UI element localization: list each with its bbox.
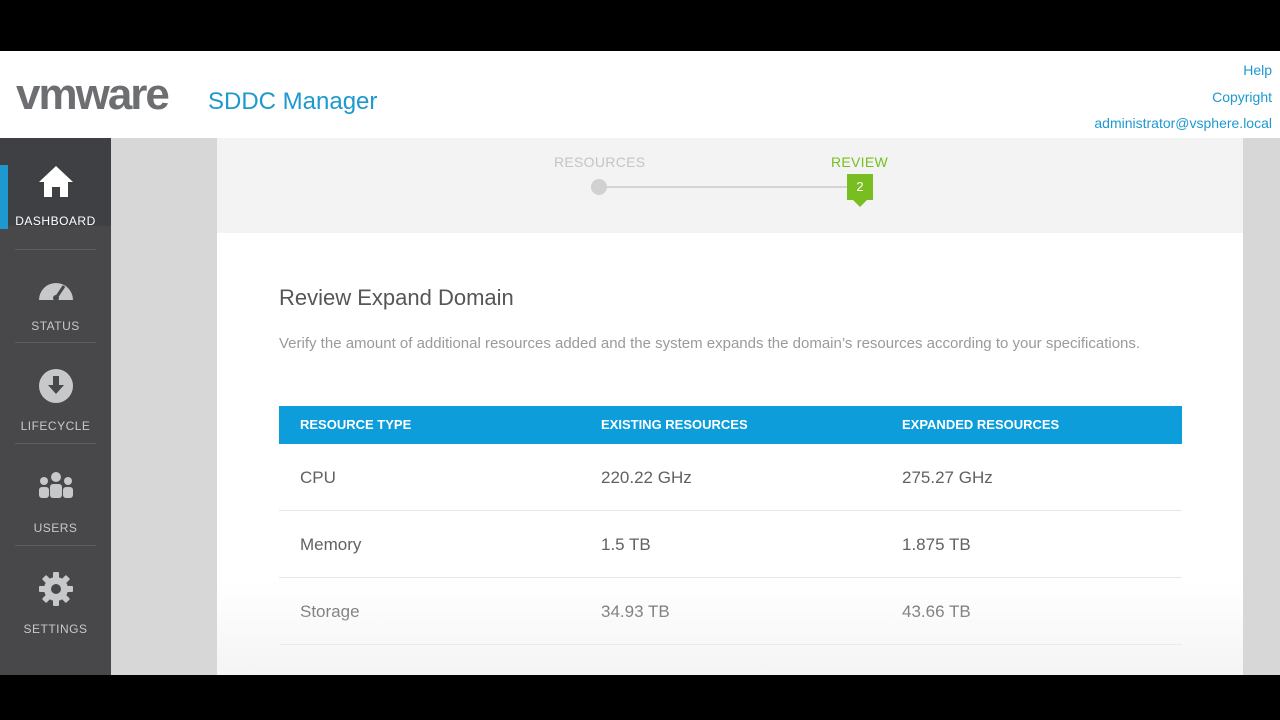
sidebar-item-label: USERS <box>33 521 78 535</box>
page-title: Review Expand Domain <box>279 285 514 310</box>
sidebar-item-dashboard[interactable]: DASHBOARD <box>0 138 111 229</box>
app-header: vmware SDDC Manager Help Copyright admin… <box>0 51 1280 139</box>
sidebar-item-label: SETTINGS <box>23 622 88 636</box>
sidebar-item-users[interactable]: USERS <box>0 445 111 535</box>
table-header: RESOURCE TYPE EXISTING RESOURCES EXPANDE… <box>279 406 1182 444</box>
review-panel: Review Expand Domain Verify the amount o… <box>217 233 1243 675</box>
nav-divider <box>15 443 96 444</box>
home-icon <box>39 166 73 197</box>
sidebar-item-lifecycle[interactable]: LIFECYCLE <box>0 343 111 433</box>
sidebar-nav: DASHBOARD STATUS LIFECYCLE USERS SETTING… <box>0 138 111 675</box>
user-account-link[interactable]: administrator@vsphere.local <box>1094 110 1280 137</box>
cell-resource-type: Memory <box>300 535 362 554</box>
sidebar-item-label: STATUS <box>31 319 80 333</box>
cell-expanded: 43.66 TB <box>902 602 971 621</box>
header-links: Help Copyright administrator@vsphere.loc… <box>1094 57 1280 137</box>
table-row: Storage 34.93 TB 43.66 TB <box>279 578 1182 645</box>
column-header-expanded: EXPANDED RESOURCES <box>902 417 1060 432</box>
logo-wordmark: vmware <box>16 70 170 119</box>
sidebar-item-status[interactable]: STATUS <box>0 243 111 333</box>
users-icon <box>39 472 73 498</box>
cell-existing: 34.93 TB <box>601 602 670 621</box>
sidebar-item-label: DASHBOARD <box>15 214 96 228</box>
step-marker-pointer <box>853 200 867 207</box>
gauge-icon <box>39 283 73 301</box>
column-header-existing: EXISTING RESOURCES <box>601 417 748 432</box>
download-circle-icon <box>39 369 73 403</box>
screen-bottom-bar <box>0 675 1280 720</box>
step-progress-line <box>599 186 859 188</box>
step-resources[interactable]: RESOURCES <box>554 154 645 170</box>
wizard-steps: RESOURCES REVIEW 2 <box>217 138 1243 233</box>
cell-existing: 1.5 TB <box>601 535 651 554</box>
sidebar-item-settings[interactable]: SETTINGS <box>0 546 111 636</box>
cell-expanded: 1.875 TB <box>902 535 971 554</box>
cell-resource-type: Storage <box>300 602 360 621</box>
help-link[interactable]: Help <box>1094 57 1280 84</box>
copyright-link[interactable]: Copyright <box>1094 84 1280 111</box>
gear-icon <box>39 572 73 606</box>
screen-top-bar <box>0 0 1280 46</box>
sidebar-item-label: LIFECYCLE <box>20 419 91 433</box>
step-resources-dot[interactable] <box>591 179 607 195</box>
cell-existing: 220.22 GHz <box>601 468 692 487</box>
product-name: SDDC Manager <box>208 88 378 115</box>
cell-expanded: 275.27 GHz <box>902 468 993 487</box>
table-row: Memory 1.5 TB 1.875 TB <box>279 511 1182 578</box>
step-review[interactable]: REVIEW <box>831 154 888 170</box>
table-row: CPU 220.22 GHz 275.27 GHz <box>279 444 1182 511</box>
cell-resource-type: CPU <box>300 468 336 487</box>
page-description: Verify the amount of additional resource… <box>279 335 1141 352</box>
column-header-resource-type: RESOURCE TYPE <box>300 417 412 432</box>
step-review-marker: 2 <box>847 174 873 200</box>
resources-table: RESOURCE TYPE EXISTING RESOURCES EXPANDE… <box>279 406 1182 645</box>
